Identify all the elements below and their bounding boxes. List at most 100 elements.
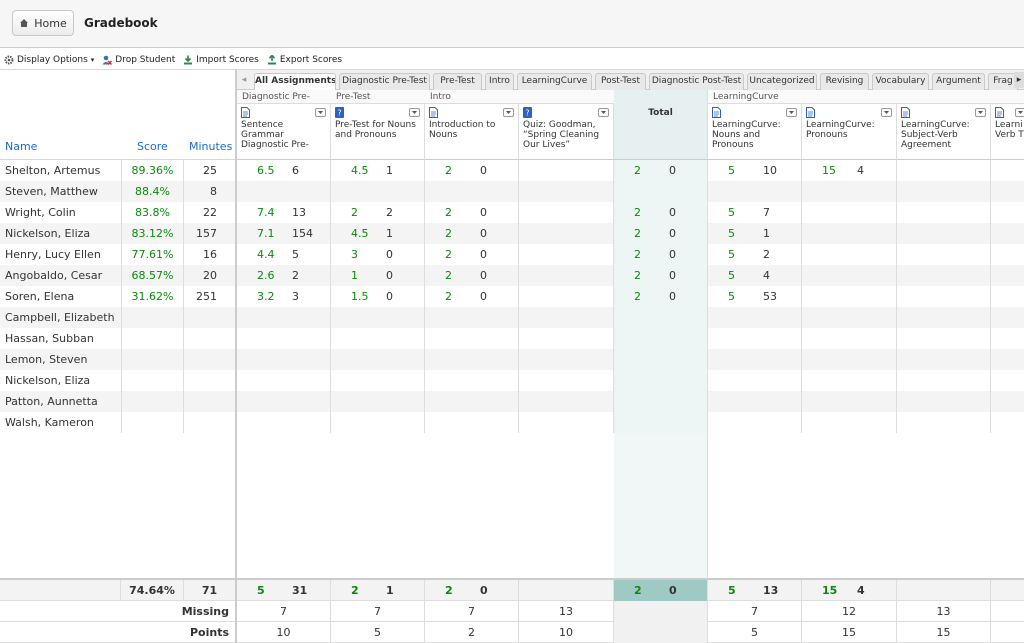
- assignment-menu-chevron-icon[interactable]: [315, 108, 326, 117]
- grade-cell[interactable]: 20: [614, 223, 708, 244]
- grade-cell[interactable]: [991, 286, 1024, 307]
- grade-cell[interactable]: [802, 328, 897, 349]
- grade-cell[interactable]: 20: [425, 160, 519, 181]
- grade-cell[interactable]: 10: [331, 265, 425, 286]
- grade-cell[interactable]: 15 4: [802, 160, 897, 181]
- grade-cell[interactable]: [708, 181, 802, 202]
- assignment-header-7[interactable]: LearningCurve: Pronouns: [802, 104, 897, 160]
- assignment-header-8[interactable]: LearningCurve: Subject-Verb Agreement: [897, 104, 991, 160]
- student-row[interactable]: Shelton, Artemus 89.36% 25: [0, 160, 235, 181]
- grade-cell[interactable]: [897, 328, 991, 349]
- assignment-header-6[interactable]: LearningCurve: Nouns and Pronouns: [708, 104, 802, 160]
- grade-cell[interactable]: [614, 412, 708, 433]
- assignment-menu-chevron-icon[interactable]: [503, 108, 514, 117]
- student-name[interactable]: Wright, Colin: [5, 206, 76, 219]
- student-name[interactable]: Soren, Elena: [5, 290, 74, 303]
- grade-cell[interactable]: [425, 349, 519, 370]
- grade-cell[interactable]: [802, 370, 897, 391]
- grade-cell[interactable]: [331, 349, 425, 370]
- grade-cell[interactable]: [897, 223, 991, 244]
- grade-cell[interactable]: 20: [614, 202, 708, 223]
- grade-cell[interactable]: [425, 412, 519, 433]
- student-name[interactable]: Shelton, Artemus: [5, 164, 100, 177]
- grade-cell[interactable]: [991, 370, 1024, 391]
- tab-revising[interactable]: Revising: [820, 73, 869, 90]
- assignment-menu-chevron-icon[interactable]: [598, 108, 609, 117]
- tab-diagnostic-pre-test[interactable]: Diagnostic Pre-Test: [339, 73, 430, 90]
- grade-cell[interactable]: [425, 370, 519, 391]
- grade-cell[interactable]: 20: [614, 286, 708, 307]
- assignment-menu-chevron-icon[interactable]: [409, 108, 420, 117]
- display-options-button[interactable]: Display Options ▾: [0, 55, 98, 65]
- grade-cell[interactable]: [708, 412, 802, 433]
- grade-cell[interactable]: [708, 391, 802, 412]
- grade-cell[interactable]: [802, 223, 897, 244]
- tabs-scroll-right-icon[interactable]: ▸: [1014, 72, 1024, 88]
- grade-cell[interactable]: 6.5 6: [237, 160, 331, 181]
- grade-cell[interactable]: [519, 223, 614, 244]
- grade-cell[interactable]: [802, 244, 897, 265]
- grade-cell[interactable]: [991, 223, 1024, 244]
- grade-cell[interactable]: [331, 391, 425, 412]
- grade-cell[interactable]: [897, 265, 991, 286]
- assignment-header-3[interactable]: Introduction to Nouns: [425, 104, 519, 160]
- tab-pre-test[interactable]: Pre-Test: [433, 73, 482, 90]
- grade-cell[interactable]: [519, 265, 614, 286]
- tab-post-test[interactable]: Post-Test: [595, 73, 646, 90]
- grade-cell[interactable]: [802, 412, 897, 433]
- grade-cell[interactable]: 20: [425, 202, 519, 223]
- grade-cell[interactable]: [991, 391, 1024, 412]
- grade-cell[interactable]: [519, 307, 614, 328]
- grade-cell[interactable]: [991, 349, 1024, 370]
- grade-cell[interactable]: [425, 328, 519, 349]
- student-name[interactable]: Henry, Lucy Ellen: [5, 248, 101, 261]
- student-row[interactable]: Campbell, Elizabeth: [0, 307, 235, 328]
- grade-cell[interactable]: 20: [425, 286, 519, 307]
- student-name[interactable]: Walsh, Kameron: [5, 416, 94, 429]
- grade-cell[interactable]: [991, 202, 1024, 223]
- grade-cell[interactable]: [802, 286, 897, 307]
- grade-cell[interactable]: [991, 181, 1024, 202]
- grade-cell[interactable]: [802, 202, 897, 223]
- grade-cell[interactable]: 4.5 1: [331, 160, 425, 181]
- tab-argument[interactable]: Argument: [932, 73, 985, 90]
- grade-cell[interactable]: [802, 307, 897, 328]
- grade-cell[interactable]: 5 53: [708, 286, 802, 307]
- tab-learningcurve[interactable]: LearningCurve: [517, 73, 592, 90]
- tabs-scroll-left-icon[interactable]: ◂: [237, 73, 251, 90]
- grade-cell[interactable]: 4.4 5: [237, 244, 331, 265]
- grade-cell[interactable]: [519, 181, 614, 202]
- grade-cell[interactable]: 30: [331, 244, 425, 265]
- student-name[interactable]: Lemon, Steven: [5, 353, 87, 366]
- grade-cell[interactable]: [708, 349, 802, 370]
- drop-student-button[interactable]: Drop Student: [98, 55, 179, 65]
- grade-cell[interactable]: [331, 181, 425, 202]
- grade-cell[interactable]: [614, 328, 708, 349]
- minutes-column-header[interactable]: Minutes: [189, 140, 232, 153]
- grade-cell[interactable]: [897, 412, 991, 433]
- assignment-header-1[interactable]: Sentence Grammar Diagnostic Pre-: [237, 104, 331, 160]
- grade-cell[interactable]: [708, 370, 802, 391]
- student-row[interactable]: Walsh, Kameron: [0, 412, 235, 433]
- grade-cell[interactable]: [991, 328, 1024, 349]
- grade-cell[interactable]: [519, 370, 614, 391]
- grade-cell[interactable]: [897, 202, 991, 223]
- student-name[interactable]: Steven, Matthew: [5, 185, 98, 198]
- grade-cell[interactable]: [519, 202, 614, 223]
- assignment-menu-chevron-icon[interactable]: [1015, 108, 1024, 117]
- grade-cell[interactable]: [519, 412, 614, 433]
- grade-cell[interactable]: [614, 370, 708, 391]
- assignment-header-2[interactable]: ? Pre-Test for Nouns and Pronouns: [331, 104, 425, 160]
- grade-cell[interactable]: [331, 307, 425, 328]
- grade-cell[interactable]: [991, 307, 1024, 328]
- grade-cell[interactable]: 7.4 13: [237, 202, 331, 223]
- tab-all-assignments[interactable]: All Assignments: [254, 73, 336, 90]
- grade-cell[interactable]: 20: [614, 244, 708, 265]
- grade-cell[interactable]: [519, 244, 614, 265]
- student-row[interactable]: Patton, Aunnetta: [0, 391, 235, 412]
- grade-cell[interactable]: [614, 391, 708, 412]
- student-name[interactable]: Campbell, Elizabeth: [5, 311, 115, 324]
- grade-cell[interactable]: [237, 181, 331, 202]
- grade-cell[interactable]: [425, 391, 519, 412]
- grade-cell[interactable]: [331, 370, 425, 391]
